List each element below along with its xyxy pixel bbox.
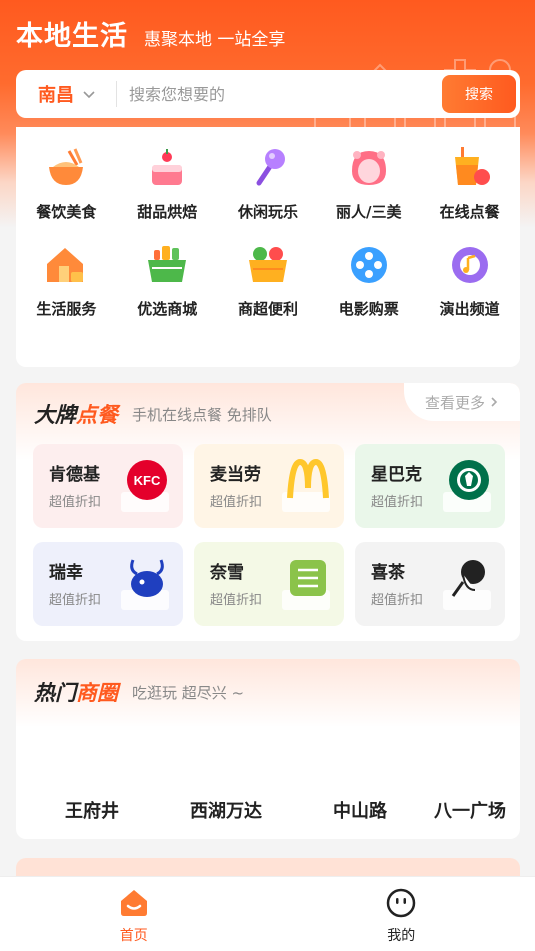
film-reel-icon <box>350 247 387 283</box>
category-item[interactable]: 在线点餐 <box>419 145 520 222</box>
hot-section-title: 热门商圈 <box>34 677 118 707</box>
music-disc-icon <box>451 247 488 283</box>
grocery-basket-icon <box>248 247 287 282</box>
cake-icon <box>152 149 183 185</box>
hot-districts-section: 热门商圈 吃逛玩 超尽兴 ~ 王府井 西湖万达 中山路 八一广场 <box>16 659 520 839</box>
tab-profile[interactable]: 我的 <box>268 877 535 951</box>
brand-card-luckin[interactable]: 瑞幸 超值折扣 <box>33 542 183 626</box>
hot-district-item[interactable]: 八一广场 <box>434 797 506 823</box>
category-label: 丽人/三美 <box>336 203 402 221</box>
hot-section-subtitle: 吃逛玩 超尽兴 ~ <box>132 683 245 702</box>
category-label: 优选商城 <box>137 300 198 318</box>
tab-home-label: 首页 <box>119 928 148 944</box>
view-more-link[interactable]: 查看更多 <box>404 383 520 421</box>
hot-section-header: 热门商圈 吃逛玩 超尽兴 ~ <box>34 677 244 707</box>
top-bar: 本地生活 惠聚本地 一站全享 <box>16 14 285 53</box>
category-label: 生活服务 <box>36 300 97 318</box>
tab-profile-label: 我的 <box>387 928 416 944</box>
category-item[interactable]: 商超便利 <box>218 242 319 319</box>
house-service-icon <box>47 248 84 282</box>
starbucks-logo <box>449 460 489 500</box>
category-grid-card: 餐饮美食 甜品烘焙 休闲玩乐 丽人/三美 在线点餐 生活服务 优选商城 商超便利… <box>16 127 520 367</box>
brand-card-starbucks[interactable]: 星巴克 超值折扣 <box>355 444 505 528</box>
home-icon <box>120 890 147 916</box>
hot-district-list: 王府井 西湖万达 中山路 八一广场 <box>16 797 520 823</box>
search-bar: 南昌 搜索 <box>16 70 520 118</box>
brand-card-heytea[interactable]: 喜茶 超值折扣 <box>355 542 505 626</box>
city-selector[interactable]: 南昌 <box>16 81 116 107</box>
microphone-icon <box>256 149 285 186</box>
brand-section-subtitle: 手机在线点餐 免排队 <box>132 405 272 424</box>
search-button[interactable]: 搜索 <box>442 75 516 113</box>
category-item[interactable]: 丽人/三美 <box>318 145 419 222</box>
category-label: 餐饮美食 <box>36 203 97 221</box>
luckin-logo <box>130 559 164 597</box>
category-item[interactable]: 餐饮美食 <box>16 145 117 222</box>
hot-district-item[interactable]: 王府井 <box>65 797 119 823</box>
category-label: 电影购票 <box>338 300 399 318</box>
hot-district-item[interactable]: 中山路 <box>333 797 387 823</box>
brand-section-header: 大牌点餐 手机在线点餐 免排队 <box>34 399 272 429</box>
kfc-logo: KFC <box>127 460 167 500</box>
category-item[interactable]: 休闲玩乐 <box>218 145 319 222</box>
mcdonalds-logo <box>287 458 329 499</box>
brand-card-naixue[interactable]: 奈雪 超值折扣 <box>194 542 344 626</box>
heytea-logo <box>451 560 485 597</box>
bottom-tab-bar: 首页 我的 <box>0 876 535 951</box>
category-label: 休闲玩乐 <box>237 203 298 221</box>
hot-district-item[interactable]: 西湖万达 <box>190 797 262 823</box>
category-label: 甜品烘焙 <box>137 203 198 221</box>
category-item[interactable]: 演出频道 <box>419 242 520 319</box>
brand-ordering-section: 大牌点餐 手机在线点餐 免排队 查看更多 肯德基 超值折扣 KFC 麦当劳 超值… <box>16 383 520 641</box>
brand-card-mcdonalds[interactable]: 麦当劳 超值折扣 <box>194 444 344 528</box>
brand-title-plain: 大牌 <box>34 403 76 427</box>
category-item[interactable]: 优选商城 <box>117 242 218 319</box>
brand-title-highlight: 点餐 <box>76 403 118 427</box>
brand-card-kfc[interactable]: 肯德基 超值折扣 KFC <box>33 444 183 528</box>
view-more-label: 查看更多 <box>424 393 485 412</box>
category-label: 商超便利 <box>237 300 298 318</box>
drink-order-icon <box>454 147 490 185</box>
smiley-profile-icon <box>387 888 416 918</box>
hot-title-highlight: 商圈 <box>76 681 118 705</box>
chevron-right-icon <box>491 397 498 407</box>
category-label: 在线点餐 <box>439 203 500 221</box>
city-name: 南昌 <box>38 85 74 106</box>
naixue-logo <box>290 560 326 596</box>
svg-text:KFC: KFC <box>134 473 161 488</box>
food-bowl-icon <box>49 148 84 185</box>
brand-section-title: 大牌点餐 <box>34 399 118 429</box>
category-item[interactable]: 电影购票 <box>318 242 419 319</box>
category-item[interactable]: 生活服务 <box>16 242 117 319</box>
shopping-basket-icon <box>148 246 187 282</box>
search-input[interactable] <box>117 84 442 104</box>
category-label: 演出频道 <box>439 300 500 318</box>
page-slogan: 惠聚本地 一站全享 <box>144 30 286 50</box>
chevron-down-icon <box>83 91 95 99</box>
hot-title-plain: 热门 <box>34 681 76 705</box>
beauty-icon <box>351 151 386 185</box>
tab-home[interactable]: 首页 <box>0 877 268 951</box>
category-item[interactable]: 甜品烘焙 <box>117 145 218 222</box>
page-title: 本地生活 <box>16 21 128 52</box>
